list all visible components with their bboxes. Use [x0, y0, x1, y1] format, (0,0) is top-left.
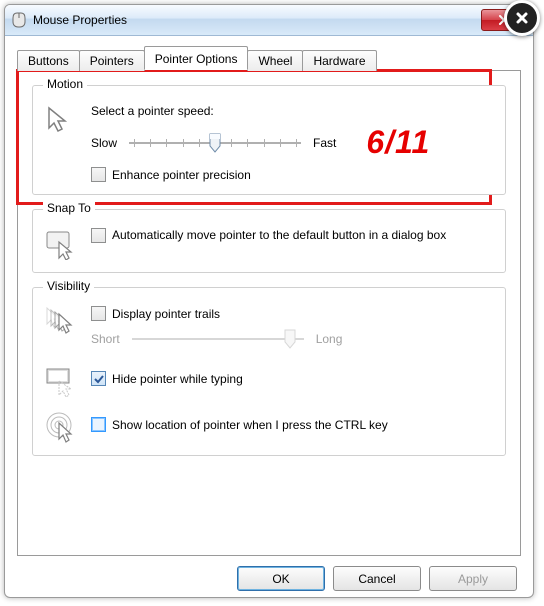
title-bar: Mouse Properties [5, 5, 533, 36]
checkbox-box [91, 228, 106, 243]
button-row: OK Cancel Apply [17, 556, 521, 595]
tab-pointer-options[interactable]: Pointer Options [144, 46, 249, 70]
checkbox-box [91, 306, 106, 321]
ok-button[interactable]: OK [237, 566, 325, 591]
client-area: Buttons Pointers Pointer Options Wheel H… [5, 36, 533, 598]
hide-typing-label: Hide pointer while typing [112, 372, 243, 386]
cancel-button[interactable]: Cancel [333, 566, 421, 591]
snapto-checkbox[interactable]: Automatically move pointer to the defaul… [91, 228, 493, 244]
pointer-speed-icon [45, 104, 77, 136]
trails-short-label: Short [91, 332, 120, 346]
slider-thumb[interactable] [209, 133, 221, 153]
trails-label: Display pointer trails [112, 307, 220, 321]
fast-label: Fast [313, 136, 336, 150]
visibility-group: Visibility Display pointer tr [32, 287, 506, 456]
tab-strip: Buttons Pointers Pointer Options Wheel H… [17, 46, 521, 70]
motion-legend: Motion [43, 77, 87, 91]
checkbox-box [91, 371, 106, 386]
snapto-icon [45, 228, 77, 260]
tab-hardware[interactable]: Hardware [302, 50, 376, 71]
pointer-speed-slider[interactable] [125, 131, 305, 155]
apply-button: Apply [429, 566, 517, 591]
hide-typing-checkbox[interactable]: Hide pointer while typing [91, 371, 493, 386]
motion-group: Motion Select a pointer speed: Slow [32, 85, 506, 195]
tab-wheel[interactable]: Wheel [247, 50, 303, 71]
ctrl-locate-label: Show location of pointer when I press th… [112, 418, 388, 432]
checkmark-icon [94, 374, 104, 384]
checkbox-box [91, 167, 106, 182]
tab-buttons[interactable]: Buttons [17, 50, 80, 71]
tab-page: Motion Select a pointer speed: Slow [17, 70, 521, 556]
speed-annotation: 6/11 [366, 124, 430, 161]
pointer-trails-icon [45, 306, 77, 338]
checkbox-box [91, 417, 106, 432]
enhance-precision-checkbox[interactable]: Enhance pointer precision [91, 167, 493, 182]
snapto-legend: Snap To [43, 201, 95, 215]
dialog-window: Mouse Properties Buttons Pointers Pointe… [4, 4, 534, 598]
visibility-legend: Visibility [43, 279, 94, 293]
hide-typing-icon [45, 365, 77, 397]
mouse-icon [11, 12, 27, 28]
trails-long-label: Long [316, 332, 343, 346]
ctrl-locate-checkbox[interactable]: Show location of pointer when I press th… [91, 417, 493, 432]
window-title: Mouse Properties [33, 13, 127, 27]
select-speed-label: Select a pointer speed: [91, 104, 493, 118]
overlay-close-button[interactable] [504, 0, 540, 36]
trails-checkbox[interactable]: Display pointer trails [91, 306, 493, 321]
enhance-precision-label: Enhance pointer precision [112, 168, 251, 182]
slow-label: Slow [91, 136, 117, 150]
ctrl-locate-icon [45, 411, 77, 443]
tab-pointers[interactable]: Pointers [79, 50, 145, 71]
snapto-group: Snap To Automatically move pointer to th… [32, 209, 506, 273]
close-icon [515, 11, 529, 25]
slider-thumb [284, 329, 296, 349]
trails-slider [128, 327, 308, 351]
snapto-label: Automatically move pointer to the defaul… [112, 228, 446, 244]
